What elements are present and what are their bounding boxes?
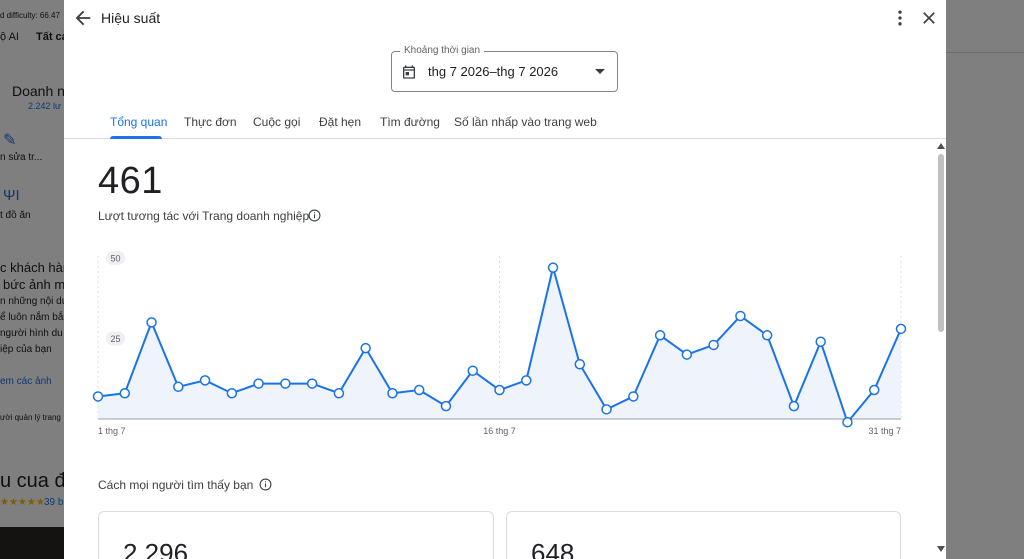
more-options-button[interactable] bbox=[890, 8, 910, 28]
card-value: 648 bbox=[531, 538, 575, 559]
chart-data-point bbox=[119, 387, 131, 399]
more-vert-icon bbox=[898, 10, 902, 26]
total-interactions-label: Lượt tương tác với Trang doanh nghiệp bbox=[98, 209, 310, 223]
chart-data-point bbox=[761, 330, 773, 341]
date-range-label: Khoảng thời gian bbox=[400, 45, 485, 56]
chart-data-point bbox=[547, 262, 559, 273]
chart-data-point bbox=[868, 384, 880, 396]
chart-data-point bbox=[306, 378, 318, 389]
chart-data-point bbox=[521, 375, 532, 386]
chart-data-point bbox=[387, 387, 398, 399]
chart-area-fill bbox=[98, 267, 901, 423]
chart-data-point bbox=[173, 381, 184, 393]
chart-data-point bbox=[708, 339, 719, 351]
tab-overview[interactable]: Tổng quan bbox=[110, 115, 167, 129]
chart-x-tick-label: 16 thg 7 bbox=[483, 426, 516, 436]
discovery-section-label: Cách mọi người tìm thấy bạn bbox=[98, 478, 254, 492]
chart-data-point bbox=[146, 317, 157, 328]
scroll-up-arrow-icon[interactable] bbox=[937, 143, 945, 149]
chart-data-point bbox=[333, 387, 345, 399]
chart-data-point bbox=[601, 404, 612, 415]
chart-data-point bbox=[654, 330, 666, 341]
chart-data-point bbox=[815, 336, 826, 347]
performance-dialog: Hiệu suất Khoảng thời gian thg 7 2026–th… bbox=[64, 0, 946, 559]
chart-data-point bbox=[788, 400, 800, 412]
chart-data-point bbox=[360, 342, 371, 354]
tab-bookings[interactable]: Đặt hẹn bbox=[319, 115, 361, 129]
chart-data-point bbox=[574, 359, 586, 370]
chart-data-point bbox=[253, 378, 264, 389]
dialog-header: Hiệu suất bbox=[64, 0, 946, 36]
chart-data-point bbox=[413, 384, 425, 396]
chart-data-point bbox=[735, 310, 746, 322]
date-range-value: thg 7 2026–thg 7 2026 bbox=[428, 64, 559, 79]
chart-data-point bbox=[494, 384, 505, 396]
calendar-icon bbox=[403, 65, 415, 79]
dialog-title: Hiệu suất bbox=[101, 10, 161, 26]
card-value: 2.296 bbox=[123, 538, 189, 559]
chart-data-point bbox=[226, 387, 238, 399]
metric-card-searches[interactable]: 2.296 bbox=[98, 511, 494, 559]
chart-y-tick-label: 25 bbox=[110, 334, 120, 344]
tab-calls[interactable]: Cuộc gọi bbox=[253, 115, 300, 129]
chart-y-tick-label: 50 bbox=[110, 254, 120, 264]
total-interactions-value: 461 bbox=[98, 160, 163, 202]
chart-x-tick-label: 31 thg 7 bbox=[868, 426, 901, 436]
metric-card-views[interactable]: 648 bbox=[506, 511, 901, 559]
chart-data-point bbox=[467, 365, 478, 376]
close-button[interactable] bbox=[919, 8, 939, 28]
chart-data-point bbox=[92, 391, 104, 402]
close-icon bbox=[923, 12, 935, 24]
chart-data-point bbox=[280, 378, 291, 389]
tab-directions[interactable]: Tìm đường bbox=[380, 115, 440, 129]
chart-data-point bbox=[895, 323, 907, 335]
arrow-back-icon bbox=[75, 10, 91, 26]
date-range-select[interactable]: Khoảng thời gian thg 7 2026–thg 7 2026 bbox=[391, 45, 618, 92]
info-icon[interactable] bbox=[259, 478, 272, 491]
tab-bar: Tổng quan Thực đơn Cuộc gọi Đặt hẹn Tìm … bbox=[64, 109, 946, 139]
chart-data-point bbox=[199, 375, 211, 386]
tab-website-clicks[interactable]: Số lần nhấp vào trang web bbox=[454, 115, 597, 129]
scroll-down-arrow-icon[interactable] bbox=[937, 546, 945, 552]
chart-data-point bbox=[440, 400, 452, 412]
back-button[interactable] bbox=[72, 7, 94, 29]
tab-menu[interactable]: Thực đơn bbox=[184, 115, 237, 129]
chart-x-tick-label: 1 thg 7 bbox=[98, 426, 126, 436]
interactions-line-chart: 25 50 1 thg 7 16 thg 7 31 thg 7 bbox=[92, 251, 907, 436]
chart-data-point bbox=[681, 349, 693, 360]
info-icon[interactable] bbox=[308, 209, 321, 222]
active-tab-indicator bbox=[110, 136, 162, 139]
chart-data-point bbox=[628, 391, 639, 402]
chevron-down-icon bbox=[595, 69, 605, 74]
chart-data-point bbox=[842, 416, 853, 428]
